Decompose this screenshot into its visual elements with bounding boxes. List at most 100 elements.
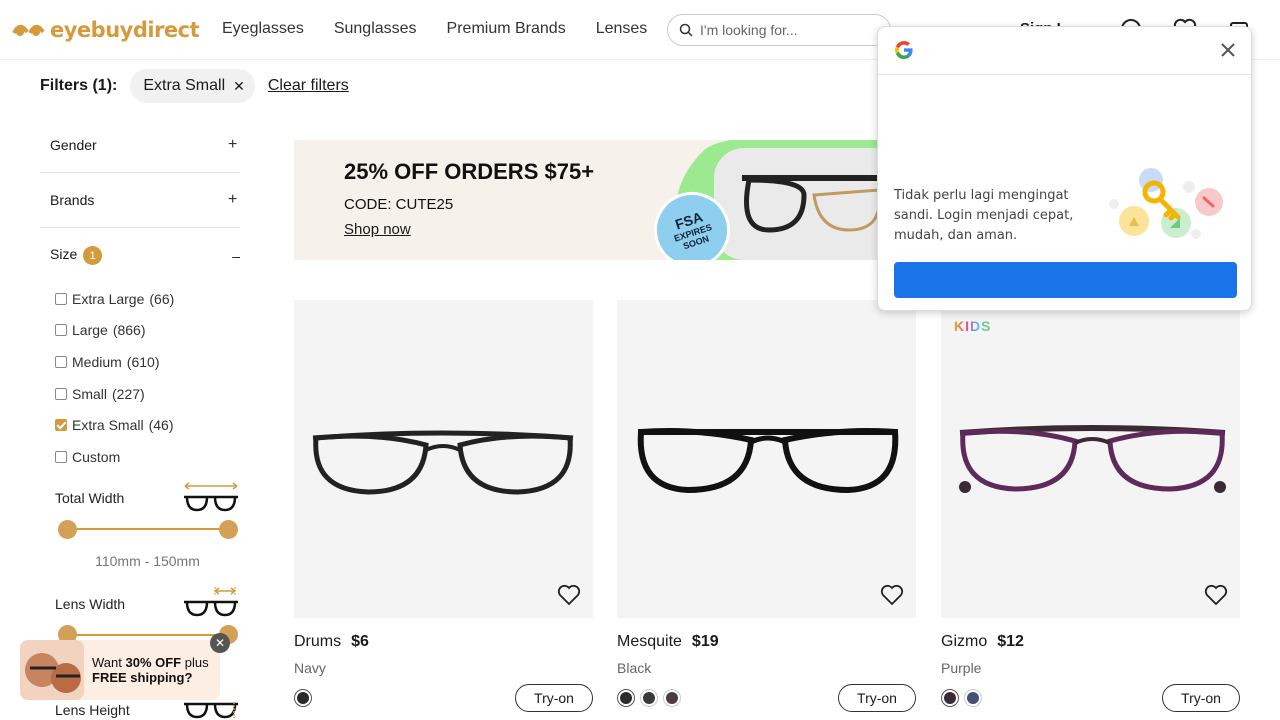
nav-eyeglasses[interactable]: Eyeglasses — [222, 20, 304, 38]
size-options: Extra Large (66) Large (866) Medium (610) S… — [40, 283, 240, 473]
product-name: Mesquite — [617, 633, 682, 650]
try-on-button[interactable]: Try-on — [1162, 684, 1240, 712]
popup-message: Tidak perlu lagi mengingat sandi. Login … — [894, 188, 1074, 243]
close-icon[interactable] — [1219, 41, 1237, 59]
size-count-badge: 1 — [83, 246, 103, 266]
kids-tag: KIDS — [954, 318, 991, 334]
try-on-button[interactable]: Try-on — [515, 684, 593, 712]
nav-premium-brands[interactable]: Premium Brands — [447, 20, 566, 38]
color-swatch[interactable] — [617, 689, 635, 707]
promo-image — [20, 640, 84, 700]
checkbox[interactable] — [55, 355, 67, 368]
glasses-image — [312, 430, 574, 495]
logo[interactable]: eyebuydirect — [12, 18, 200, 42]
wishlist-heart-icon[interactable] — [1204, 584, 1228, 606]
promo-suffix: plus — [181, 655, 209, 670]
try-on-button[interactable]: Try-on — [838, 684, 916, 712]
color-swatch[interactable] — [294, 689, 312, 707]
popup-header — [878, 27, 1251, 75]
product-name: Drums — [294, 633, 342, 650]
promo-popup[interactable]: Want 30% OFF plus FREE shipping? — [20, 640, 220, 700]
color-swatch[interactable] — [640, 689, 658, 707]
section-label: Size — [50, 245, 78, 262]
color-swatch[interactable] — [941, 689, 959, 707]
product-color: Navy — [294, 660, 326, 676]
promo-banner[interactable]: 25% OFF ORDERS $75+ CODE: CUTE25 Shop no… — [294, 140, 934, 260]
nav-lenses[interactable]: Lenses — [596, 20, 648, 38]
nav-sunglasses[interactable]: Sunglasses — [334, 20, 417, 38]
close-icon[interactable]: ✕ — [233, 78, 245, 95]
google-signin-popup: Tidak perlu lagi mengingat sandi. Login … — [877, 26, 1252, 311]
plus-icon: + — [228, 136, 238, 153]
size-option-small[interactable]: Small (227) — [40, 378, 240, 410]
product-price: $6 — [351, 633, 369, 650]
google-logo-icon — [895, 41, 913, 59]
glasses-image — [959, 425, 1226, 493]
glasses-image — [637, 428, 899, 494]
promo-close-icon[interactable]: ✕ — [210, 633, 230, 653]
logo-text: eyebuydirect — [50, 18, 200, 42]
filter-section-brands[interactable]: Brands + — [40, 173, 240, 228]
wishlist-heart-icon[interactable] — [880, 584, 904, 606]
plus-icon: + — [228, 191, 238, 208]
color-swatches — [941, 689, 982, 707]
size-option-large[interactable]: Large (866) — [40, 315, 240, 347]
filter-section-size[interactable]: Size 1 – — [40, 228, 240, 283]
swatch-fill — [967, 692, 979, 704]
wishlist-heart-icon[interactable] — [557, 584, 581, 606]
product-image[interactable]: KIDS — [941, 300, 1240, 618]
size-count: (227) — [112, 385, 145, 402]
active-filters-bar: Filters (1): Extra Small ✕ Clear filters — [40, 69, 349, 103]
search-input[interactable] — [700, 22, 880, 38]
passkey-illustration-icon — [1109, 168, 1223, 239]
size-count: (46) — [148, 417, 174, 434]
product-title[interactable]: Mesquite $19 — [617, 633, 719, 651]
search-box[interactable] — [667, 14, 891, 46]
product-price: $19 — [691, 633, 719, 650]
color-swatch[interactable] — [663, 689, 681, 707]
promo-bold: 30% OFF — [125, 655, 182, 670]
product-image[interactable] — [294, 300, 593, 618]
kids-tag-text: KIDS — [954, 318, 992, 334]
filter-section-gender[interactable]: Gender + — [40, 118, 240, 173]
filters-label: Filters (1): — [40, 77, 118, 94]
product-color: Black — [617, 660, 652, 676]
product-card[interactable]: Drums $6 Navy Try-on — [294, 300, 593, 712]
banner-shop-link[interactable]: Shop now — [344, 221, 411, 238]
swatch-fill — [643, 692, 655, 704]
size-label: Small — [72, 385, 108, 402]
total-width-slider-track — [67, 528, 228, 530]
lens-width-slider-track — [67, 634, 228, 636]
size-option-custom[interactable]: Custom — [40, 441, 240, 473]
product-title[interactable]: Gizmo $12 — [941, 633, 1024, 651]
checkbox[interactable] — [55, 387, 67, 400]
product-title[interactable]: Drums $6 — [294, 633, 369, 651]
total-width-glasses-icon — [184, 482, 238, 512]
size-option-extra-large[interactable]: Extra Large (66) — [40, 283, 240, 315]
clear-filters-link[interactable]: Clear filters — [268, 77, 349, 95]
checkbox-checked[interactable] — [55, 419, 67, 432]
size-label: Custom — [72, 448, 121, 465]
promo-prefix: Want — [92, 655, 126, 670]
product-card[interactable]: Mesquite $19 Black Try-on — [617, 300, 916, 712]
filter-sidebar: Gender + Brands + Size 1 – Extra Large (66… — [40, 118, 240, 473]
lens-width-title: Lens Width — [55, 596, 126, 612]
lens-height-title: Lens Height — [55, 702, 130, 718]
banner-headline: 25% OFF ORDERS $75+ — [344, 159, 595, 184]
product-card[interactable]: KIDS Gizmo $12 Purple Try-on — [941, 300, 1240, 712]
promo-text: Want 30% OFF plus FREE shipping? — [92, 655, 209, 685]
size-option-medium[interactable]: Medium (610) — [40, 346, 240, 378]
total-width-max-handle[interactable] — [219, 520, 238, 539]
size-option-extra-small[interactable]: Extra Small (46) — [40, 409, 240, 441]
filter-chip[interactable]: Extra Small ✕ — [130, 69, 255, 103]
checkbox[interactable] — [55, 292, 67, 305]
checkbox[interactable] — [55, 450, 67, 463]
swatch-fill — [666, 692, 678, 704]
product-image[interactable] — [617, 300, 916, 618]
total-width-value: 110mm - 150mm — [95, 553, 200, 569]
google-continue-button[interactable] — [894, 262, 1237, 298]
total-width-min-handle[interactable] — [58, 520, 77, 539]
color-swatch[interactable] — [964, 689, 982, 707]
filter-chip-label: Extra Small — [143, 77, 226, 94]
checkbox[interactable] — [55, 324, 67, 337]
